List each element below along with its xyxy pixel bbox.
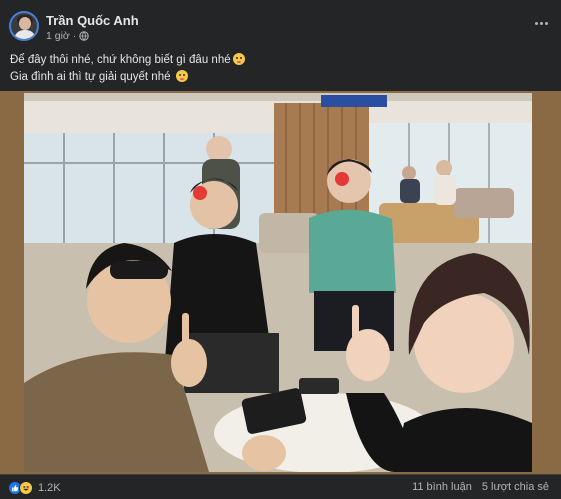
more-options-icon[interactable]	[530, 14, 552, 32]
caption-line-2: Gia đình ai thì tự giải quyết nhé	[10, 69, 550, 86]
comments-count[interactable]: 11 bình luận	[412, 481, 472, 493]
flushed-emoji-icon	[232, 53, 245, 65]
post-meta: 1 giờ ·	[46, 30, 89, 42]
meta-separator: ·	[72, 30, 77, 42]
smirk-emoji-icon	[175, 70, 188, 82]
author-name[interactable]: Trần Quốc Anh	[46, 13, 139, 28]
caption-text-1: Để đây thôi nhé, chứ không biết gì đâu n…	[10, 54, 231, 66]
reactions-summary[interactable]: 1.2K	[8, 481, 61, 495]
reaction-count: 1.2K	[38, 482, 61, 494]
post-footer: 1.2K 11 bình luận 5 lượt chia sẻ	[0, 474, 561, 499]
caption-line-1: Để đây thôi nhé, chứ không biết gì đâu n…	[10, 52, 550, 69]
caption-text-2: Gia đình ai thì tự giải quyết nhé	[10, 71, 171, 83]
globe-icon[interactable]	[79, 31, 89, 41]
facebook-post: Trần Quốc Anh 1 giờ · Để đây thôi nhé, c…	[0, 0, 561, 499]
post-header: Trần Quốc Anh 1 giờ ·	[0, 0, 561, 48]
group-selfie-image	[24, 93, 532, 472]
post-photo[interactable]	[24, 93, 532, 472]
post-time[interactable]: 1 giờ	[46, 30, 70, 42]
engagement-stats: 11 bình luận 5 lượt chia sẻ	[412, 481, 549, 493]
haha-icon	[19, 481, 33, 495]
shares-count[interactable]: 5 lượt chia sẻ	[482, 481, 549, 493]
author-avatar[interactable]	[9, 11, 39, 41]
post-caption: Để đây thôi nhé, chứ không biết gì đâu n…	[10, 52, 550, 86]
post-photo-frame[interactable]	[0, 91, 561, 474]
